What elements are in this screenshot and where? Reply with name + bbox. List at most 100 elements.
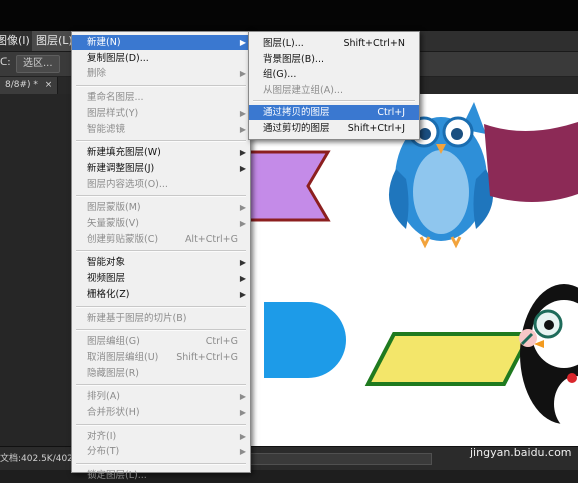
submenu-arrow-icon: ▶: [239, 69, 246, 79]
menu-item-label: 锁定图层(L)...: [87, 470, 147, 482]
close-tab-icon[interactable]: ×: [45, 80, 53, 90]
menu-item-label: 图层内容选项(O)...: [87, 178, 168, 190]
layer-menu-item[interactable]: 新建(N) ▶: [72, 35, 250, 50]
menu-item-shortcut: Ctrl+G: [205, 336, 238, 348]
submenu-arrow-icon: ▶: [239, 431, 246, 441]
menu-item-shortcut: Shift+Ctrl+J: [347, 122, 405, 134]
layer-menu-item: 锁定图层(L)...: [72, 468, 250, 483]
layer-menu-item: 矢量蒙版(V) ▶: [72, 216, 250, 231]
menu-item-label: 隐藏图层(R): [87, 367, 140, 379]
canvas-artwork: [244, 102, 578, 432]
menu-item-label: 新建调整图层(J): [87, 162, 155, 174]
new-submenu-item[interactable]: 图层(L)... Shift+Ctrl+N: [249, 36, 419, 51]
menu-layer[interactable]: 图层(L): [32, 31, 77, 51]
menu-item-label: 分布(T): [87, 446, 120, 458]
document-tab[interactable]: 8/8#) * ×: [0, 77, 59, 94]
layer-menu-item: 智能滤镜 ▶: [72, 122, 250, 137]
new-submenu-item[interactable]: 组(G)...: [249, 67, 419, 82]
layer-menu-item[interactable]: 栅格化(Z) ▶: [72, 287, 250, 302]
menu-item-label: 新建(N): [87, 37, 121, 48]
menu-item-label: 图层蒙版(M): [87, 202, 141, 214]
layer-menu-item: 取消图层编组(U) Shift+Ctrl+G: [72, 350, 250, 365]
menu-item-label: 智能对象: [87, 257, 126, 269]
layer-menu-item: 图层编组(G) Ctrl+G: [72, 334, 250, 349]
submenu-arrow-icon: ▶: [239, 392, 246, 402]
submenu-arrow-icon: ▶: [239, 108, 246, 118]
menu-item-label: 图层样式(Y): [87, 107, 139, 119]
menu-item-label: 智能滤镜: [87, 123, 126, 135]
layer-menu-dropdown: 新建(N) ▶ 复制图层(D)... 删除 ▶ 重命名图层... 图层样式(Y) ▶ 智能滤镜 ▶…: [71, 31, 251, 481]
layer-menu-item: 新建基于图层的切片(B): [72, 311, 250, 326]
layer-menu-item: 重命名图层...: [72, 90, 250, 105]
layer-menu-item: 图层内容选项(O)...: [72, 177, 250, 192]
layer-menu-item[interactable]: 智能对象 ▶: [72, 255, 250, 270]
menu-separator: [76, 195, 246, 198]
horizontal-scrollbar[interactable]: [250, 453, 432, 465]
menu-item-label: 从图层建立组(A)...: [263, 84, 343, 96]
menu-item-label: 新建填充图层(W): [87, 147, 161, 159]
blue-d-shape: [264, 302, 346, 378]
menu-separator: [76, 423, 246, 426]
menu-item-label: 图层(L)...: [263, 38, 304, 49]
menu-separator: [76, 329, 246, 332]
layer-menu-item[interactable]: 新建调整图层(J) ▶: [72, 161, 250, 176]
menu-item-label: 重命名图层...: [87, 92, 144, 104]
menu-separator: [76, 140, 246, 143]
new-submenu-item[interactable]: 通过剪切的图层 Shift+Ctrl+J: [249, 121, 419, 136]
menu-item-shortcut: Shift+Ctrl+N: [343, 38, 405, 49]
purple-flag-shape: [244, 150, 331, 222]
menu-item-label: 创建剪贴蒙版(C): [87, 233, 159, 245]
new-submenu-item[interactable]: 背景图层(B)...: [249, 52, 419, 67]
menu-separator: [76, 384, 246, 387]
layer-menu-item: 删除 ▶: [72, 66, 250, 81]
menu-item-label: 复制图层(D)...: [87, 52, 149, 64]
window-top-bar: [0, 0, 578, 31]
menu-item-label: 对齐(I): [87, 430, 117, 442]
layer-menu-item[interactable]: 新建填充图层(W) ▶: [72, 145, 250, 160]
menu-item-shortcut: Shift+Ctrl+G: [176, 351, 238, 363]
menu-separator: [76, 250, 246, 253]
submenu-arrow-icon: ▶: [239, 274, 246, 284]
submenu-arrow-icon: ▶: [239, 124, 246, 134]
menu-item-label: 合并形状(H): [87, 407, 140, 418]
menu-separator: [76, 463, 246, 466]
menu-item-label: 通过拷贝的图层: [263, 107, 330, 118]
layer-menu-item: 隐藏图层(R): [72, 366, 250, 381]
submenu-arrow-icon: ▶: [239, 289, 246, 299]
penguin-illustration: [519, 284, 578, 432]
menu-image[interactable]: 图像(I): [0, 31, 34, 51]
document-canvas[interactable]: [244, 94, 578, 446]
watermark-url: jingyan.baidu.com: [470, 446, 572, 459]
yellow-parallelogram-shape: [364, 332, 534, 386]
layer-menu-item[interactable]: 复制图层(D)...: [72, 51, 250, 66]
menu-item-label: 删除: [87, 68, 107, 80]
menu-item-label: 视频图层: [87, 273, 126, 285]
layer-menu-item: 图层样式(Y) ▶: [72, 106, 250, 121]
menu-item-label: 矢量蒙版(V): [87, 218, 139, 229]
menu-item-label: 排列(A): [87, 391, 120, 403]
submenu-arrow-icon: ▶: [239, 219, 246, 228]
menu-item-label: 取消图层编组(U): [87, 351, 159, 363]
submenu-arrow-icon: ▶: [239, 163, 246, 173]
menu-item-label: 新建基于图层的切片(B): [87, 312, 187, 324]
maroon-banner-shape: [484, 122, 578, 203]
menu-separator: [253, 100, 415, 102]
layer-menu-item: 分布(T) ▶: [72, 444, 250, 459]
layer-menu-item[interactable]: 视频图层 ▶: [72, 271, 250, 286]
new-submenu-item[interactable]: 通过拷贝的图层 Ctrl+J: [249, 105, 419, 120]
menu-separator: [76, 305, 246, 308]
layer-menu-item: 图层蒙版(M) ▶: [72, 200, 250, 215]
submenu-arrow-icon: ▶: [239, 38, 246, 47]
submenu-arrow-icon: ▶: [239, 258, 246, 268]
tool-prefix-label: ᑕ:: [0, 57, 11, 68]
submenu-arrow-icon: ▶: [239, 447, 246, 457]
menu-item-label: 栅格化(Z): [87, 288, 130, 300]
selection-button[interactable]: 选区...: [16, 55, 60, 73]
layer-menu-item: 创建剪贴蒙版(C) Alt+Ctrl+G: [72, 232, 250, 247]
submenu-arrow-icon: ▶: [239, 408, 246, 417]
menu-item-shortcut: Ctrl+J: [377, 107, 405, 118]
layer-menu-item: 对齐(I) ▶: [72, 429, 250, 444]
menu-item-label: 通过剪切的图层: [263, 122, 330, 134]
layer-menu-item: 排列(A) ▶: [72, 389, 250, 404]
menu-item-label: 组(G)...: [263, 69, 297, 80]
